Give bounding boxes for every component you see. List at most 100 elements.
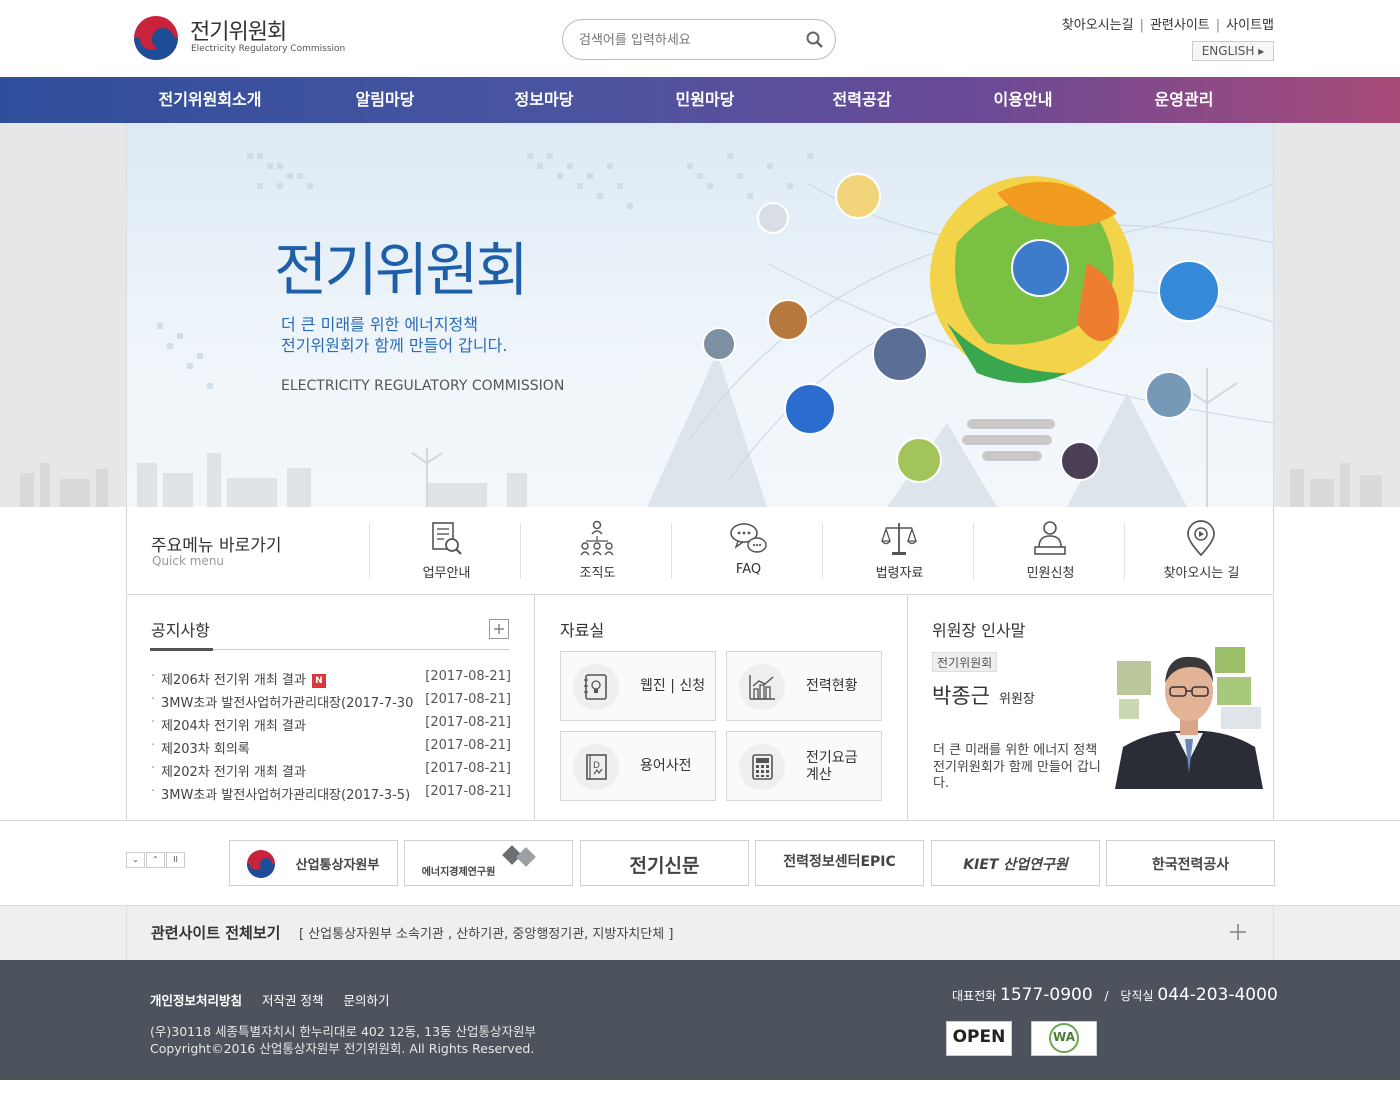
greeting-tag: 전기위원회 — [932, 652, 998, 672]
notice-title-underline — [150, 648, 213, 651]
quick-item-label: 민원신청 — [1026, 566, 1075, 581]
open-license-badge[interactable]: OPEN — [946, 1021, 1012, 1056]
quick-item-label: 업무안내 — [422, 566, 471, 581]
nav-item-civil[interactable]: 민원마당 — [655, 77, 755, 123]
notice-item[interactable]: · 제203차 회의록 [2017-08-21] — [151, 738, 511, 757]
government-emblem-icon — [134, 16, 178, 60]
library-item-label: 전기요금 — [806, 750, 858, 766]
plus-icon[interactable] — [1228, 922, 1248, 942]
library-item-label: 용어사전 — [640, 758, 692, 774]
quick-item-label: 찾아오시는 길 — [1163, 566, 1240, 581]
document-search-icon — [432, 522, 462, 555]
banner-label: 에너지경제연구원 — [421, 867, 496, 878]
web-accessibility-badge[interactable]: WA — [1031, 1021, 1097, 1056]
svg-text:D: D — [593, 761, 600, 771]
quick-item-org-chart[interactable]: 조직도 — [522, 520, 673, 581]
library-glossary-button[interactable]: D 용어사전 — [560, 731, 716, 801]
notice-item[interactable]: · 제204차 전기위 개최 결과 [2017-08-21] — [151, 715, 511, 734]
link-related-sites[interactable]: 관련사이트 — [1150, 18, 1210, 33]
plus-icon — [494, 624, 504, 634]
notice-item-date: [2017-08-21] — [425, 669, 511, 684]
notice-item[interactable]: · 3MW초과 발전사업허가관리대장(2017-3-5) [2017-08-21] — [151, 784, 511, 803]
chat-bubble-icon — [730, 523, 767, 553]
open-badge-label: OPEN — [952, 1027, 1006, 1047]
related-sites-title[interactable]: 관련사이트 전체보기 — [151, 922, 280, 943]
banner-electimes[interactable]: 전기신문 — [580, 840, 749, 886]
banner-label: 한국전력공사 — [1151, 857, 1230, 873]
banner-keei[interactable]: 에너지경제연구원 — [404, 840, 573, 886]
library-title: 자료실 — [560, 621, 605, 640]
logo-subtitle: Electricity Regulatory Commission — [191, 44, 346, 54]
related-sites-desc: [ 산업통상자원부 소속기관 , 산하기관, 중앙행정기관, 지방자치단체 ] — [299, 927, 674, 942]
notice-item[interactable]: · 제206차 전기위 개최 결과 N [2017-08-21] — [151, 669, 511, 688]
notice-item[interactable]: · 제202차 전기위 개최 결과 [2017-08-21] — [151, 761, 511, 780]
nav-item-admin[interactable]: 운영관리 — [1134, 77, 1234, 123]
notice-item[interactable]: · 3MW초과 발전사업허가관리대장(2017-7-30 [2017-08-21] — [151, 692, 511, 711]
footer-link-privacy[interactable]: 개인정보처리방침 — [150, 993, 242, 1008]
banner-kepco[interactable]: 한국전력공사 — [1106, 840, 1275, 886]
banner-motie[interactable]: 산업통상자원부 — [229, 840, 398, 886]
banner-epic[interactable]: 전력정보센터EPIC — [755, 840, 924, 886]
nav-item-guide[interactable]: 이용안내 — [973, 77, 1073, 123]
quick-item-law[interactable]: 법령자료 — [824, 523, 975, 581]
nav-item-news[interactable]: 알림마당 — [335, 77, 435, 123]
quick-item-faq[interactable]: FAQ — [673, 523, 824, 579]
person-desk-icon — [1034, 521, 1066, 555]
link-sitemap[interactable]: 사이트맵 — [1226, 18, 1274, 33]
site-logo[interactable]: 전기위원회 Electricity Regulatory Commission — [134, 14, 354, 64]
banner-label: 전력정보센터EPIC — [783, 854, 896, 870]
nav-item-info[interactable]: 정보마당 — [494, 77, 594, 123]
banner-kiet[interactable]: KIET 산업연구원 — [931, 840, 1100, 886]
banner-pause-button[interactable]: II — [166, 852, 185, 868]
chairman-photo[interactable] — [1113, 643, 1265, 789]
quick-item-label: 법령자료 — [875, 566, 924, 581]
footer-link-contact[interactable]: 문의하기 — [344, 993, 390, 1008]
scale-icon — [881, 523, 917, 555]
footer-link-copyright[interactable]: 저작권 정책 — [262, 993, 323, 1008]
footer-address: (우)30118 세종특별자치시 한누리대로 402 12동, 13동 산업통상… — [150, 1023, 536, 1057]
notice-item-title: 제206차 전기위 개최 결과 — [161, 673, 306, 688]
divider — [369, 523, 370, 579]
greeting-message: 더 큰 미래를 위한 에너지 정책 전기위원회가 함께 만들어 갑니다. — [933, 743, 1101, 791]
search-input[interactable] — [579, 30, 794, 50]
hero-title: 전기위원회 — [274, 236, 529, 304]
library-fee-calculator-button[interactable]: 전기요금 계산 — [726, 731, 882, 801]
divider — [534, 595, 535, 821]
banner-down-button[interactable]: ⌄ — [126, 852, 145, 868]
link-directions[interactable]: 찾아오시는길 — [1062, 18, 1134, 33]
quick-menu-subtitle: Quick menu — [152, 554, 225, 568]
footer-links: 개인정보처리방침 저작권 정책 문의하기 — [150, 990, 410, 1009]
chairman-name: 박종근 — [932, 684, 990, 708]
notice-item-title: 3MW초과 발전사업허가관리대장(2017-7-30 — [161, 696, 414, 711]
map-pin-icon — [1187, 520, 1215, 557]
library-power-status-button[interactable]: 전력현황 — [726, 651, 882, 721]
quick-item-directions[interactable]: 찾아오시는 길 — [1126, 520, 1277, 581]
divider — [0, 820, 1400, 821]
banner-up-button[interactable]: ⌃ — [146, 852, 165, 868]
org-chart-icon — [580, 520, 614, 556]
quick-item-civil-request[interactable]: 민원신청 — [975, 521, 1126, 581]
quick-menu-title: 주요메뉴 바로가기 — [151, 536, 282, 556]
notice-title: 공지사항 — [151, 621, 210, 640]
search-icon[interactable] — [805, 30, 825, 50]
nav-item-power[interactable]: 전력공감 — [812, 77, 912, 123]
notice-item-date: [2017-08-21] — [425, 692, 511, 707]
notice-item-title: 3MW초과 발전사업허가관리대장(2017-3-5) — [161, 788, 411, 803]
nav-item-intro[interactable]: 전기위원회소개 — [150, 77, 270, 123]
hero-subtitle-line2: 전기위원회가 함께 만들어 갑니다. — [281, 336, 508, 355]
quick-item-business[interactable]: 업무안내 — [371, 522, 522, 581]
quick-item-label: FAQ — [735, 562, 762, 577]
banner-label: 전기신문 — [629, 855, 700, 877]
notice-item-date: [2017-08-21] — [425, 784, 511, 799]
library-webzine-button[interactable]: 웹진 | 신청 — [560, 651, 716, 721]
search-box — [562, 19, 836, 60]
utility-links: 찾아오시는길 | 관련사이트 | 사이트맵 — [1061, 18, 1274, 33]
notice-item-date: [2017-08-21] — [425, 715, 511, 730]
notice-item-title: 제204차 전기위 개최 결과 — [161, 719, 306, 734]
hero-english-title: ELECTRICITY REGULATORY COMMISSION — [281, 378, 565, 394]
banner-controls: ⌄ ⌃ II — [126, 852, 186, 868]
banner-label: KIET 산업연구원 — [963, 857, 1068, 873]
notice-more-button[interactable] — [489, 619, 509, 639]
notice-item-title: 제202차 전기위 개최 결과 — [161, 765, 306, 780]
english-button[interactable]: ENGLISH ▸ — [1192, 41, 1274, 61]
